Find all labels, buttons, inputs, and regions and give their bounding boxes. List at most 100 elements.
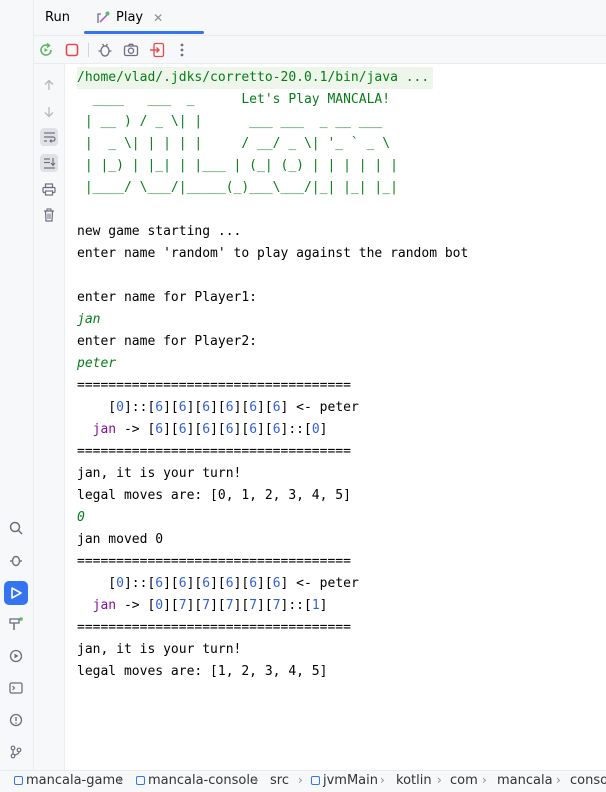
problems-icon[interactable]: [7, 711, 25, 729]
board-top-row: [0]::[6][6][6][6][6][6] <- peter: [77, 400, 359, 415]
pit-count: 7: [249, 598, 258, 613]
scroll-up-arrow-icon[interactable]: [40, 76, 58, 94]
run-config-icon: [97, 11, 110, 23]
clear-all-trash-icon[interactable]: [40, 206, 58, 224]
pit-count: 7: [178, 598, 187, 613]
pit-count: 6: [225, 576, 234, 591]
board-divider: ===================================: [77, 620, 351, 635]
run-tool-window-header: Run Play ✕: [34, 0, 606, 36]
pit-count: 6: [225, 400, 234, 415]
pit-count: 7: [202, 598, 211, 613]
ascii-banner-line: | __ ) / _ \| | ___ ___ _ __ ___: [77, 114, 383, 129]
pit-count: 6: [249, 576, 258, 591]
board-pits: -> [0][7][7][7][7][7]::[1]: [116, 598, 328, 613]
chevron-right-icon: ›: [298, 773, 303, 787]
close-tab-icon[interactable]: ✕: [153, 11, 163, 25]
pit-count: 0: [116, 576, 124, 591]
breadcrumb-folder[interactable]: com: [450, 773, 478, 788]
player2-prompt: enter name for Player2:: [77, 334, 258, 349]
pit-count: 6: [272, 422, 281, 437]
board-divider: ===================================: [77, 378, 351, 393]
board-bottom-row: jan -> [6][6][6][6][6][6]::[0]: [77, 419, 328, 441]
breadcrumb-folder[interactable]: src: [270, 773, 289, 788]
run-toolbar: [34, 36, 606, 64]
navigation-bar: mancala-game › mancala-console › src › j…: [0, 770, 606, 792]
pit-count: 6: [249, 422, 258, 437]
pit-count: 6: [202, 400, 211, 415]
services-icon[interactable]: [7, 647, 25, 665]
pit-count: 6: [155, 576, 164, 591]
module-icon: [136, 776, 145, 785]
chevron-right-icon: ›: [482, 773, 487, 787]
board-divider: ===================================: [77, 444, 351, 459]
pit-count: 6: [178, 422, 187, 437]
pit-count: 7: [272, 598, 281, 613]
turn-message: jan, it is your turn!: [77, 466, 242, 481]
breadcrumb-folder[interactable]: mancala: [497, 773, 553, 788]
legal-moves: legal moves are: [1, 2, 3, 4, 5]: [77, 664, 328, 679]
debug-bug-icon[interactable]: [7, 551, 25, 569]
pit-count: 6: [272, 400, 281, 415]
pit-count: 6: [155, 422, 164, 437]
turn-message: jan, it is your turn!: [77, 642, 242, 657]
tab-play-label: Play: [116, 10, 144, 25]
breadcrumb-module[interactable]: mancala-console: [136, 773, 258, 788]
legal-moves: legal moves are: [0, 1, 2, 3, 4, 5]: [77, 488, 351, 503]
ascii-banner-line: ____ ___ _ Let's Play MANCALA!: [77, 92, 391, 107]
terminal-icon[interactable]: [7, 679, 25, 697]
player-name: jan: [77, 422, 117, 437]
build-hammer-icon[interactable]: [7, 615, 25, 633]
run-window-title: Run: [45, 10, 70, 25]
ascii-banner-line: | |_) | |_| | |___ | (_| (_) | | | | | |: [77, 158, 398, 173]
scroll-to-end-icon[interactable]: [40, 154, 58, 172]
breadcrumb-folder[interactable]: kotlin: [396, 773, 432, 788]
pit-count: 6: [202, 576, 211, 591]
moved-message: jan moved 0: [77, 532, 164, 547]
active-tab-indicator: [84, 31, 204, 34]
player1-prompt: enter name for Player1:: [77, 290, 258, 305]
run-tool-icon[interactable]: [4, 581, 28, 605]
pit-count: 6: [249, 400, 258, 415]
soft-wrap-icon[interactable]: [40, 128, 58, 146]
pit-count: 6: [155, 400, 164, 415]
pit-count: 7: [225, 598, 234, 613]
pit-count: 6: [272, 576, 281, 591]
git-branch-icon[interactable]: [7, 743, 25, 761]
stop-icon[interactable]: [64, 42, 80, 58]
pit-count: 1: [311, 598, 320, 613]
breadcrumb-folder[interactable]: console: [570, 773, 606, 788]
ascii-banner-line: | _ \| | | | | / __/ _ \| '_ ` _ \: [77, 136, 391, 151]
chevron-right-icon: ›: [254, 773, 259, 787]
player1-input: jan: [77, 312, 101, 327]
chevron-right-icon: ›: [380, 773, 385, 787]
pit-count: 6: [202, 422, 211, 437]
tab-play[interactable]: Play ✕: [96, 10, 163, 25]
ascii-banner-line: |____/ \___/|_____(_)___\___/|_| |_| |_|: [77, 180, 398, 195]
search-icon[interactable]: [7, 519, 25, 537]
pit-count: 6: [225, 422, 234, 437]
print-icon[interactable]: [40, 180, 58, 198]
pit-count: 0: [116, 400, 124, 415]
player-name: jan: [77, 598, 117, 613]
pit-count: 6: [178, 576, 187, 591]
attach-debugger-icon[interactable]: [97, 42, 113, 58]
rerun-icon[interactable]: [38, 42, 54, 58]
tool-window-strip: [0, 0, 34, 792]
module-icon: [14, 776, 23, 785]
java-command-line[interactable]: /home/vlad/.jdks/corretto-20.0.1/bin/jav…: [77, 67, 434, 89]
exit-icon[interactable]: [149, 42, 165, 58]
screenshot-camera-icon[interactable]: [123, 42, 139, 58]
board-bottom-row: jan -> [0][7][7][7][7][7]::[1]: [77, 595, 328, 617]
pit-count: 0: [155, 598, 164, 613]
scroll-down-arrow-icon[interactable]: [40, 103, 58, 121]
pit-count: 0: [311, 422, 320, 437]
toolbar-separator: [88, 43, 89, 57]
breadcrumb-module[interactable]: mancala-game: [14, 773, 123, 788]
more-options-icon[interactable]: [174, 42, 190, 58]
console-gutter: [34, 64, 65, 770]
player2-input: peter: [77, 356, 117, 371]
move-input: 0: [77, 510, 85, 525]
chevron-right-icon: ›: [556, 773, 561, 787]
breadcrumb-folder[interactable]: jvmMain: [311, 773, 378, 788]
chevron-right-icon: ›: [437, 773, 442, 787]
